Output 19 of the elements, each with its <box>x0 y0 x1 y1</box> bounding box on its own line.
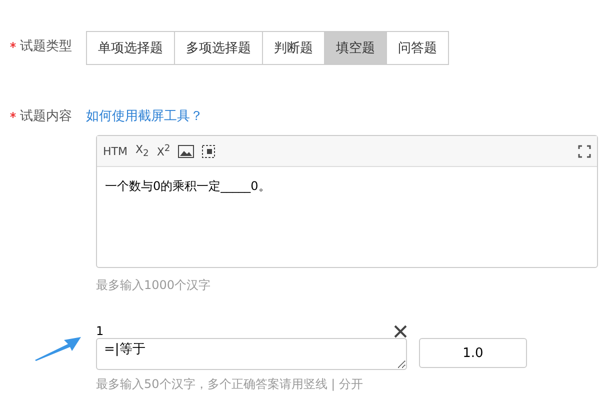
help-link[interactable]: 如何使用截屏工具？ <box>86 101 203 133</box>
close-icon[interactable] <box>394 325 407 338</box>
hint-text: 最多输入1000个汉字 <box>96 277 212 294</box>
dashed-square-icon[interactable] <box>202 144 216 158</box>
fullscreen-icon[interactable] <box>578 144 591 158</box>
toolbar-button[interactable]: X$_{2}$ <box>135 142 149 160</box>
image-icon[interactable] <box>178 144 194 158</box>
hint-text: 最多输入50个汉字，多个正确答案请用竖线 | 分开 <box>96 376 364 393</box>
rich-text-editor[interactable]: HTM X$_{2}$ X$^{2}$ 一个数与0的乘积一定_____0。 <box>96 135 598 268</box>
answer-number: 1 <box>96 324 104 338</box>
arrow-icon <box>35 337 81 361</box>
question-text: 一个数与0的乘积一定_____0。 <box>105 179 270 193</box>
question-type-tab[interactable]: 填空题 <box>325 32 387 64</box>
answer-field[interactable]: =|等于 <box>96 338 407 370</box>
field-label: 试题内容 <box>20 108 72 126</box>
toolbar-button[interactable]: HTM <box>103 144 128 158</box>
toolbar-button[interactable]: X$^{2}$ <box>156 143 170 159</box>
score-field[interactable]: 1.0 <box>419 338 527 368</box>
field-label: 试题类型 <box>20 38 72 56</box>
